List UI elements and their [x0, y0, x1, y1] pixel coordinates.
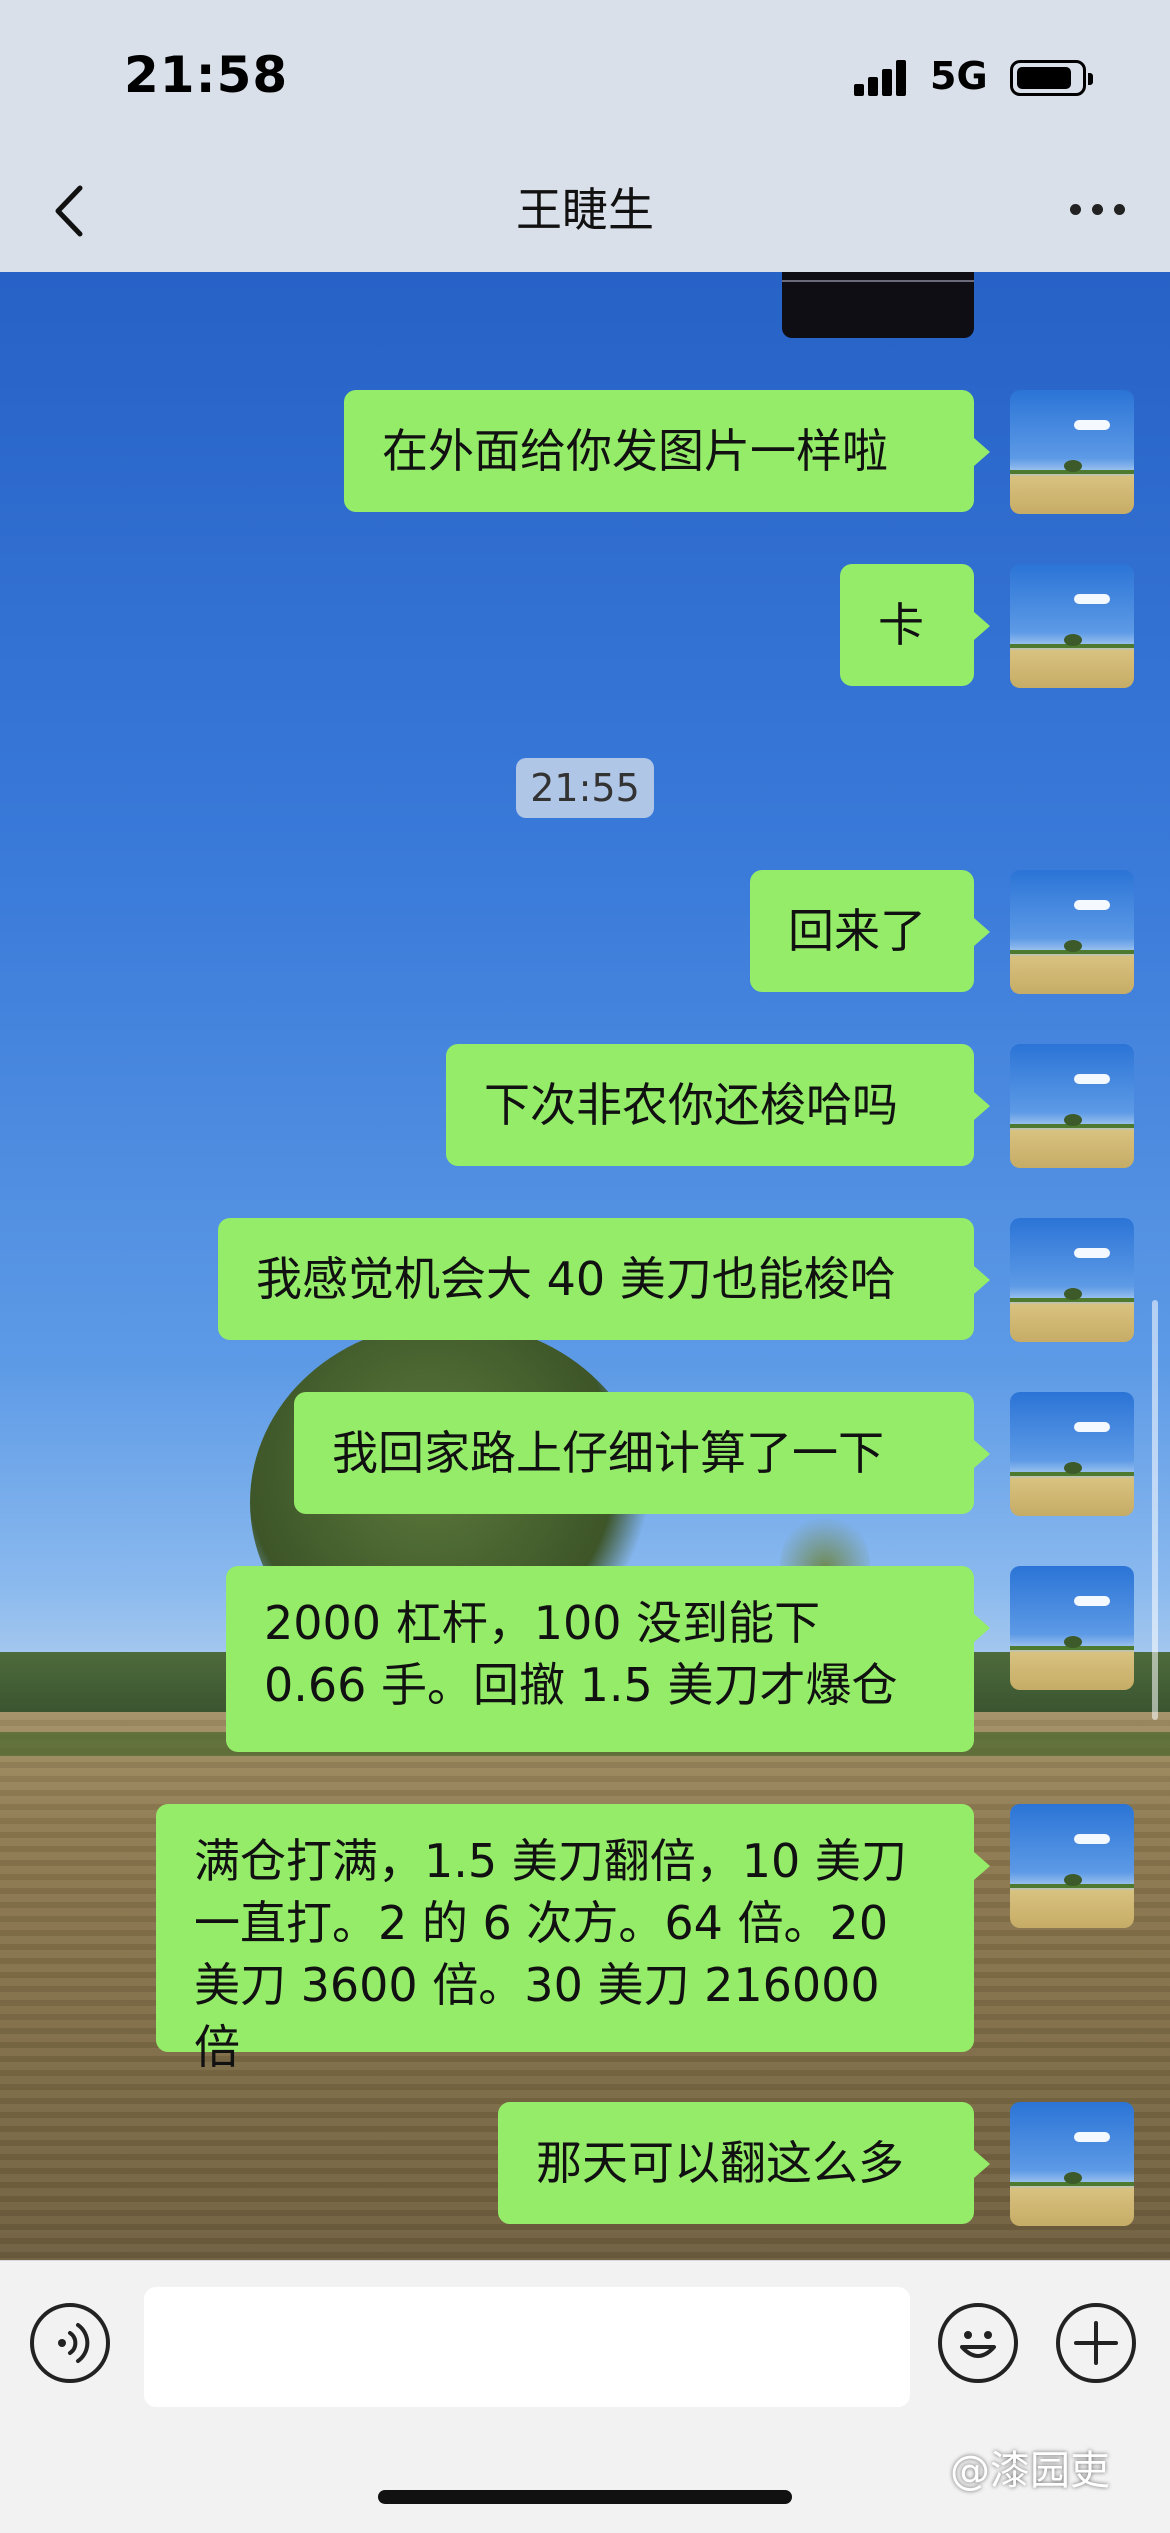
status-time: 21:58 [124, 46, 289, 104]
image-message-partial[interactable] [782, 272, 974, 338]
avatar[interactable] [1010, 1804, 1134, 1928]
message-bubble[interactable]: 那天可以翻这么多 [498, 2102, 990, 2224]
message-bubble[interactable]: 我感觉机会大 40 美刀也能梭哈 [218, 1218, 990, 1340]
chat-header: 王睫生 [0, 150, 1170, 272]
message-bubble[interactable]: 下次非农你还梭哈吗 [446, 1044, 990, 1166]
avatar[interactable] [1010, 564, 1134, 688]
chat-title: 王睫生 [516, 183, 654, 237]
message-bubble[interactable]: 在外面给你发图片一样啦 [344, 390, 990, 512]
avatar[interactable] [1010, 2102, 1134, 2226]
message-text: 在外面给你发图片一样啦 [382, 424, 888, 478]
avatar[interactable] [1010, 870, 1134, 994]
avatar[interactable] [1010, 1392, 1134, 1516]
home-indicator [378, 2490, 792, 2504]
avatar[interactable] [1010, 1044, 1134, 1168]
message-text: 我回家路上仔细计算了一下 [332, 1426, 884, 1480]
message-text: 回来了 [788, 904, 926, 958]
emoji-icon[interactable] [938, 2303, 1018, 2383]
plus-icon[interactable] [1056, 2303, 1136, 2383]
message-bubble[interactable]: 2000 杠杆，100 没到能下 0.66 手。回撤 1.5 美刀才爆仓 [226, 1566, 990, 1752]
message-text: 满仓打满，1.5 美刀翻倍，10 美刀一直打。2 的 6 次方。64 倍。20 … [194, 1834, 907, 2074]
message-bubble[interactable]: 我回家路上仔细计算了一下 [294, 1392, 990, 1514]
avatar[interactable] [1010, 1566, 1134, 1690]
scrollbar[interactable] [1152, 1300, 1158, 1720]
voice-icon[interactable] [30, 2303, 110, 2383]
battery-icon [1010, 60, 1093, 96]
message-bubble[interactable]: 满仓打满，1.5 美刀翻倍，10 美刀一直打。2 的 6 次方。64 倍。20 … [156, 1804, 990, 2074]
timestamp: 21:55 [516, 758, 654, 818]
more-dots-icon[interactable] [1066, 190, 1130, 230]
message-bubble[interactable]: 回来了 [750, 870, 990, 992]
message-text: 卡 [878, 598, 924, 652]
message-text: 下次非农你还梭哈吗 [484, 1078, 898, 1132]
signal-icon [854, 60, 914, 96]
message-text: 2000 杠杆，100 没到能下 0.66 手。回撤 1.5 美刀才爆仓 [264, 1596, 898, 1712]
message-input[interactable] [144, 2287, 910, 2407]
network-label: 5G [930, 54, 988, 98]
avatar[interactable] [1010, 390, 1134, 514]
message-bubble[interactable]: 卡 [840, 564, 990, 686]
avatar[interactable] [1010, 1218, 1134, 1342]
status-bar: 21:58 5G [0, 0, 1170, 150]
message-text: 那天可以翻这么多 [536, 2136, 904, 2190]
watermark: @漆园吏 [950, 2448, 1110, 2494]
message-text: 我感觉机会大 40 美刀也能梭哈 [256, 1252, 896, 1306]
